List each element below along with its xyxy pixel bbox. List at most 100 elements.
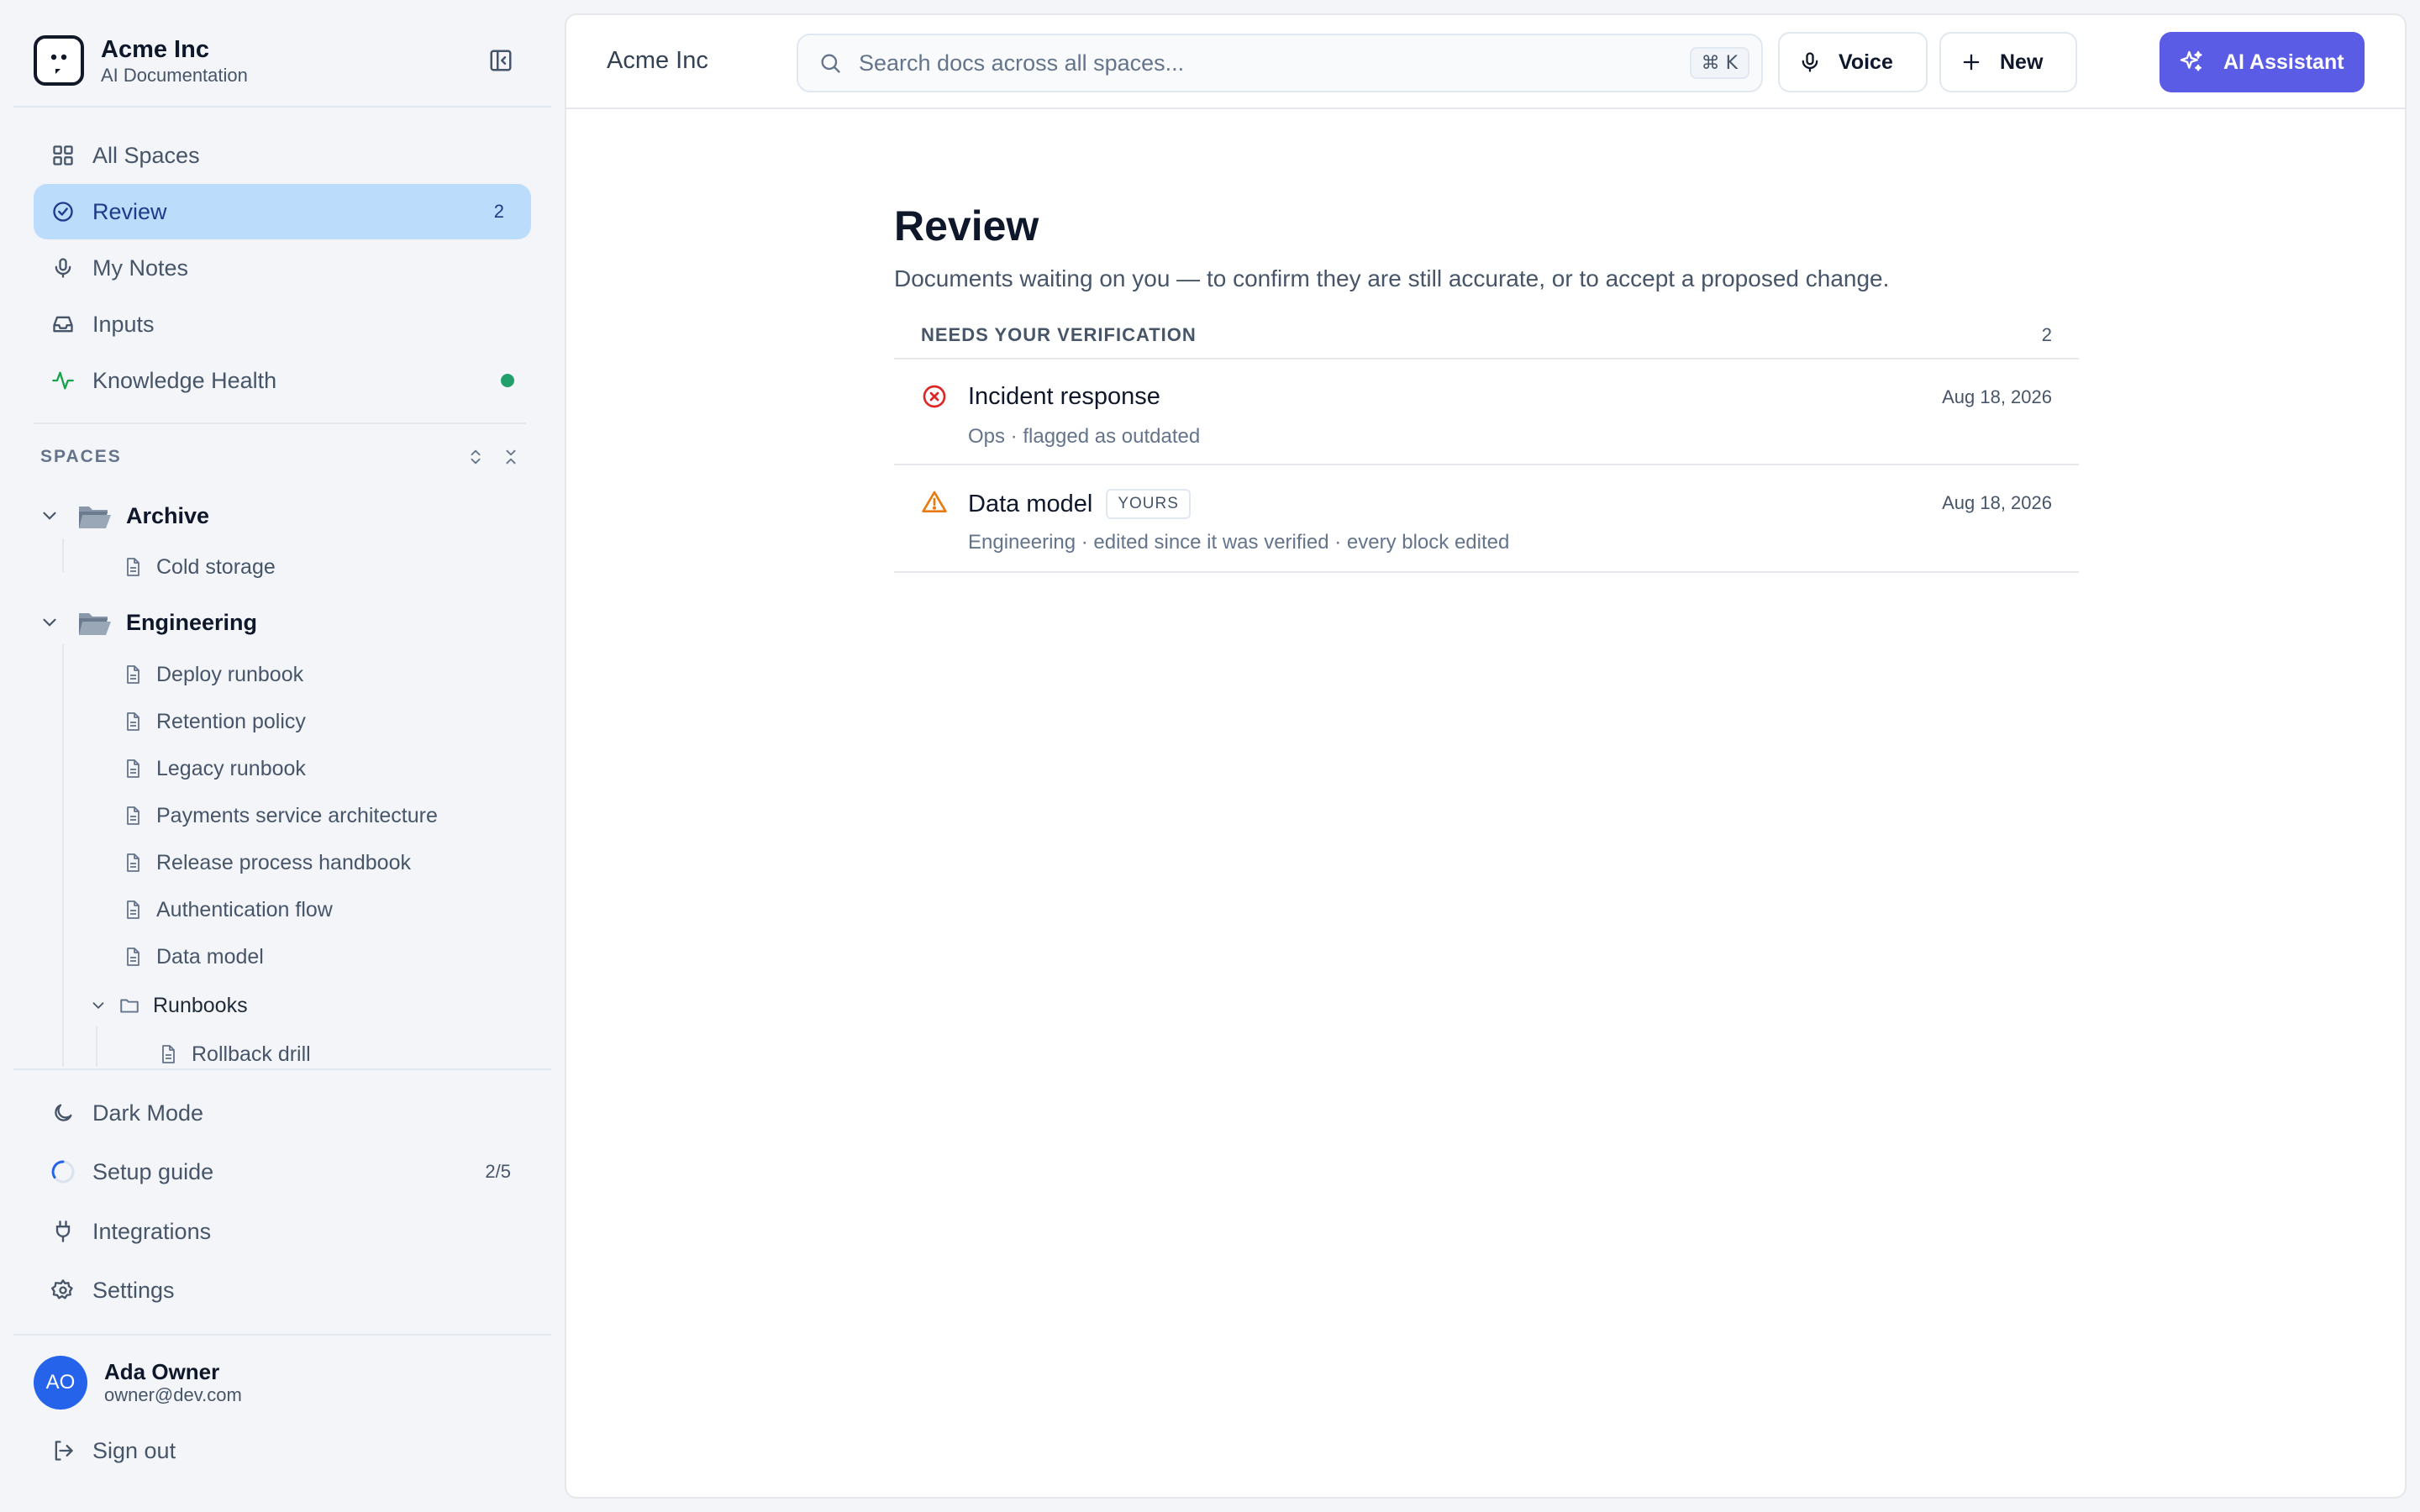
warning-icon [922,491,947,512]
dark-mode-toggle[interactable]: Dark Mode [34,1089,538,1137]
inbox-icon [50,312,76,337]
doc-name: Retention policy [156,709,306,733]
doc-name: Authentication flow [156,897,333,921]
health-status-dot [501,374,514,387]
doc-name: Data model [156,944,264,969]
sidebar: Acme Inc AI Documentation All Spaces Rev… [0,0,565,1512]
nav-label: All Spaces [92,142,200,168]
tree-doc[interactable]: Authentication flow [123,889,333,931]
tree-doc[interactable]: Legacy runbook [123,748,306,790]
voice-button[interactable]: Voice [1778,32,1928,92]
settings-item[interactable]: Settings [34,1266,538,1315]
row-date: Aug 18, 2026 [1942,492,2052,513]
document-icon [127,900,139,919]
nav-review[interactable]: Review 2 [34,184,531,239]
tree-doc[interactable]: Payments service architecture [123,795,438,837]
row-meta: Engineering · edited since it was verifi… [968,531,1510,554]
ai-assistant-label: AI Assistant [2223,50,2344,74]
yours-badge: YOURS [1106,489,1191,519]
nav-label: Sign out [92,1437,176,1463]
sparkles-icon [2180,50,2202,71]
nav-label: Review [92,198,167,224]
expand-all-button[interactable] [464,445,487,469]
chevron-down-icon [92,1002,104,1010]
document-icon [127,558,139,576]
setup-guide-item[interactable]: Setup guide 2/5 [34,1147,538,1196]
spaces-tree: Archive Cold storage Engineering Deploy … [0,483,551,1067]
document-icon [127,948,139,966]
tree-doc[interactable]: Retention policy [123,701,306,743]
sign-out-button[interactable]: Sign out [34,1426,538,1475]
nav-label: Inputs [92,311,155,337]
progress-ring-icon [50,1159,76,1184]
tree-doc[interactable]: Deploy runbook [123,654,303,696]
user-name: Ada Owner [104,1359,220,1384]
check-circle-icon [50,199,76,224]
activity-icon [50,368,76,393]
setup-progress: 2/5 [485,1161,511,1182]
nav-label: Dark Mode [92,1100,204,1126]
review-count-badge: 2 [493,201,504,222]
log-out-icon [50,1438,76,1463]
document-icon [127,853,139,872]
user-email: owner@dev.com [104,1384,242,1405]
document-icon [127,665,139,684]
section-header: NEEDS YOUR VERIFICATION 2 [894,312,2079,360]
doc-name: Deploy runbook [156,662,304,686]
search-icon [821,54,840,73]
page-title: Review [894,202,1039,249]
moon-icon [50,1100,76,1126]
collapse-sidebar-button[interactable] [481,42,521,79]
search-input[interactable] [859,50,1615,76]
row-title: Data model [968,490,1093,517]
tree-doc-cold-storage[interactable]: Cold storage [123,525,276,609]
folder-icon [120,999,139,1013]
chevrons-up-down-icon [471,449,481,465]
search-bar[interactable]: ⌘ K [797,34,1763,92]
folder-name: Engineering [126,609,258,635]
brand-subtitle: AI Documentation [101,65,248,86]
integrations-item[interactable]: Integrations [34,1207,538,1256]
microphone-icon [50,255,76,281]
doc-name: Payments service architecture [156,803,438,827]
nav-label: Knowledge Health [92,367,277,393]
user-profile[interactable]: AO Ada Owner owner@dev.com [34,1356,242,1410]
divider [13,106,551,108]
nav-label: Integrations [92,1218,212,1244]
new-button[interactable]: New [1939,32,2077,92]
nav-inputs[interactable]: Inputs [34,297,531,352]
doc-name: Legacy runbook [156,756,306,780]
voice-label: Voice [1839,50,1893,74]
divider [34,423,526,424]
nav-all-spaces[interactable]: All Spaces [34,128,531,183]
breadcrumb[interactable]: Acme Inc [607,47,708,75]
tree-folder-engineering[interactable]: Engineering [39,601,257,643]
brand[interactable]: Acme Inc AI Documentation [34,29,538,92]
main-panel: Acme Inc ⌘ K Voice New AI Assistant Revi… [565,13,2407,1499]
tree-subfolder-runbooks[interactable]: Runbooks [89,984,248,1026]
tree-doc[interactable]: Rollback drill [158,1033,311,1067]
collapse-all-button[interactable] [499,445,523,469]
doc-name: Release process handbook [156,850,411,874]
open-folder-icon [79,613,111,635]
open-folder-icon [79,507,111,528]
document-icon [162,1045,175,1063]
divider [13,1068,551,1070]
nav-label: Settings [92,1277,175,1303]
ai-assistant-button[interactable]: AI Assistant [2160,32,2365,92]
tree-doc[interactable]: Release process handbook [123,842,411,884]
nav-label: My Notes [92,255,189,281]
plug-icon [50,1219,76,1244]
review-row-incident-response[interactable]: Incident response Ops · flagged as outda… [894,360,2079,465]
nav-knowledge-health[interactable]: Knowledge Health [34,353,531,408]
chevrons-collapse-icon [506,449,516,465]
divider [13,1334,551,1336]
page-subtitle: Documents waiting on you — to confirm th… [894,265,1890,291]
topbar: Acme Inc ⌘ K Voice New AI Assistant [566,15,2405,109]
tree-doc[interactable]: Data model [123,936,264,978]
doc-name: Cold storage [156,554,276,579]
review-row-data-model[interactable]: Data model YOURS Engineering · edited si… [894,465,2079,573]
avatar: AO [34,1356,87,1410]
chevron-down-icon [43,512,56,520]
nav-my-notes[interactable]: My Notes [34,240,531,296]
